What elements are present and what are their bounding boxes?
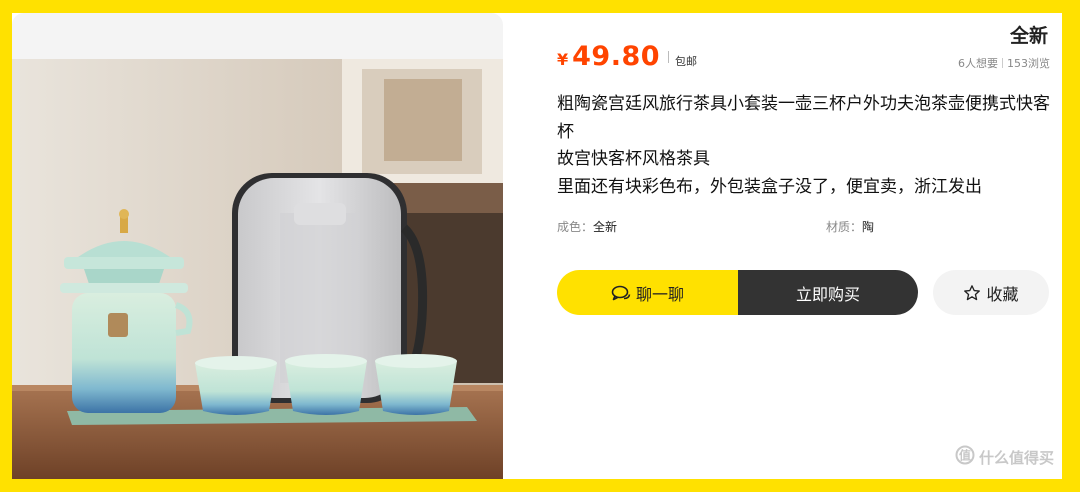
attribute-key: 材质： (826, 220, 863, 234)
favorite-button[interactable]: 收藏 (933, 270, 1049, 315)
description-line: 粗陶瓷宫廷风旅行茶具小套装一壶三杯户外功夫泡茶壶便携式快客杯 (557, 94, 1050, 142)
buy-now-button[interactable]: 立即购买 (738, 270, 918, 315)
description-line: 故宫快客杯风格茶具 (557, 149, 710, 169)
watermark-text: 什么值得买 (978, 448, 1054, 467)
divider (668, 50, 670, 63)
wants-count: 6人想要 (958, 57, 998, 70)
listing-stats: 6人想要 153浏览 (958, 55, 1050, 71)
watermark-logo-icon: 值 (955, 445, 975, 469)
listing-card: 全新 ¥ 49.80 包邮 6人想要 153浏览 粗陶瓷宫廷风旅行茶具小套装一壶… (12, 13, 1062, 479)
product-image[interactable] (12, 13, 503, 479)
attribute-material: 材质：陶 (826, 218, 874, 235)
attribute-condition: 成色：全新 (557, 218, 617, 235)
views-count: 153浏览 (1007, 57, 1050, 70)
site-watermark: 值 什么值得买 (955, 445, 1054, 469)
divider (1002, 58, 1003, 68)
star-icon (963, 284, 981, 302)
listing-description: 粗陶瓷宫廷风旅行茶具小套装一壶三杯户外功夫泡茶壶便携式快客杯 故宫快客杯风格茶具… (557, 91, 1052, 201)
favorite-button-label: 收藏 (986, 284, 1019, 304)
attribute-value: 全新 (593, 220, 618, 234)
chat-button[interactable]: 聊一聊 (557, 270, 738, 315)
price-value: 49.80 (572, 41, 661, 72)
attribute-key: 成色： (557, 220, 594, 234)
shipping-label: 包邮 (675, 55, 698, 68)
action-button-group: 聊一聊 立即购买 (557, 270, 918, 315)
svg-text:值: 值 (959, 448, 971, 463)
currency-symbol: ¥ (557, 50, 569, 69)
price-row: ¥ 49.80 包邮 (557, 41, 697, 72)
description-line: 里面还有块彩色布，外包装盒子没了，便宜卖，浙江发出 (557, 176, 982, 197)
chat-button-label: 聊一聊 (635, 284, 684, 304)
chat-bubble-icon (611, 285, 631, 301)
buy-button-label: 立即购买 (795, 284, 860, 304)
condition-badge: 全新 (1009, 25, 1048, 47)
attribute-value: 陶 (862, 220, 875, 234)
